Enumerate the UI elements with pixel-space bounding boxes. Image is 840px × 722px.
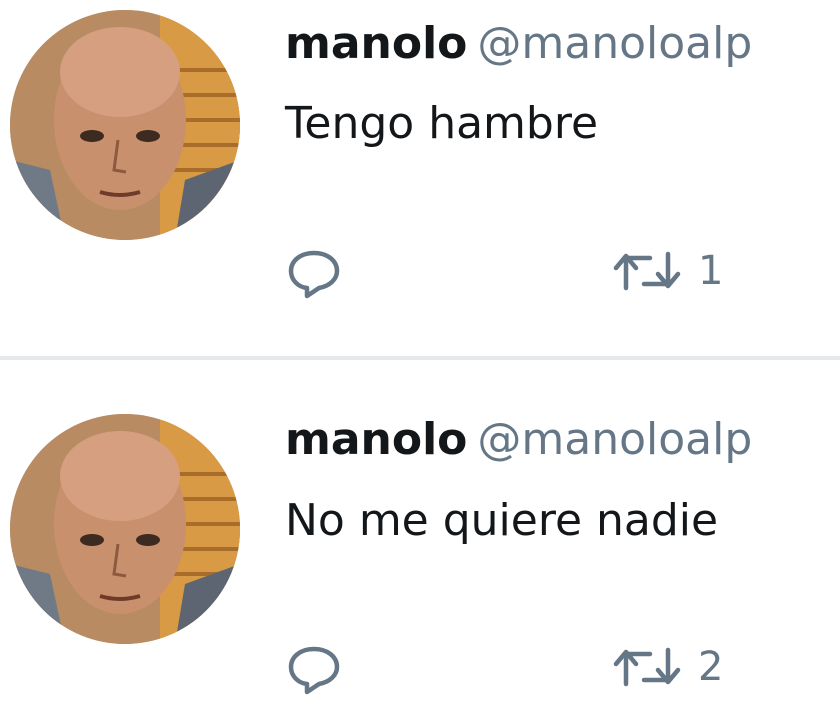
reply-button[interactable] <box>286 644 342 696</box>
avatar-image <box>10 10 240 240</box>
divider <box>0 356 840 360</box>
avatar[interactable] <box>10 414 240 644</box>
retweet-button[interactable]: 2 <box>612 644 723 690</box>
retweet-count: 2 <box>698 644 724 690</box>
tweet-header: manolo @manoloalp <box>285 22 752 66</box>
tweet-text: No me quiere nadie <box>285 495 719 546</box>
reply-icon <box>288 646 340 695</box>
avatar-image <box>10 414 240 644</box>
tweet[interactable]: manolo @manoloalp Tengo hambre 1 <box>0 0 840 360</box>
avatar[interactable] <box>10 10 240 240</box>
display-name[interactable]: manolo <box>285 414 467 465</box>
retweet-count: 1 <box>698 248 724 294</box>
user-handle[interactable]: @manoloalp <box>477 414 752 465</box>
reply-icon <box>288 250 340 299</box>
reply-button[interactable] <box>286 248 342 300</box>
retweet-icon <box>613 647 681 687</box>
user-handle[interactable]: @manoloalp <box>477 18 752 69</box>
retweet-button[interactable]: 1 <box>612 248 723 294</box>
tweet-header: manolo @manoloalp <box>285 418 752 462</box>
retweet-icon <box>613 251 681 291</box>
tweet-text: Tengo hambre <box>285 98 599 149</box>
display-name[interactable]: manolo <box>285 18 467 69</box>
tweet[interactable]: manolo @manoloalp No me quiere nadie 2 <box>0 362 840 722</box>
